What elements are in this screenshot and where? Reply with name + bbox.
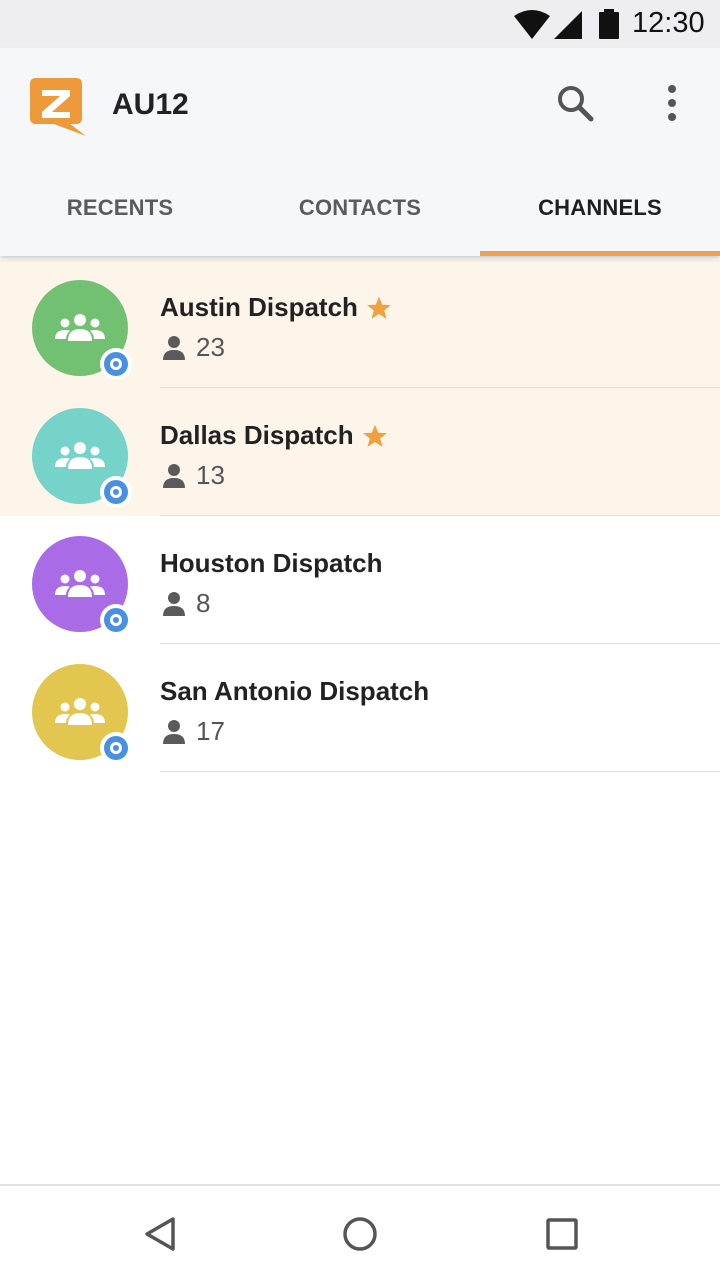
recents-icon	[546, 1218, 578, 1250]
channel-name-line: San Antonio Dispatch	[160, 676, 429, 707]
home-icon	[343, 1217, 377, 1251]
more-options-button[interactable]	[650, 80, 694, 126]
wifi-icon	[514, 10, 550, 39]
channel-list: Austin Dispatch 23 Dallas Dispatch 13 Ho	[0, 260, 720, 772]
channel-name-line: Austin Dispatch	[160, 292, 392, 323]
group-icon	[55, 698, 105, 725]
member-count-value: 17	[196, 716, 225, 746]
channel-name-line: Houston Dispatch	[160, 548, 382, 579]
channel-name: San Antonio Dispatch	[160, 676, 430, 706]
channel-row[interactable]: Austin Dispatch 23	[0, 260, 720, 388]
channel-name: Austin Dispatch	[160, 292, 358, 322]
channel-name: Houston Dispatch	[160, 548, 383, 578]
back-button[interactable]	[132, 1206, 188, 1262]
app-logo	[30, 78, 86, 136]
channel-name-line: Dallas Dispatch	[160, 420, 388, 451]
group-icon	[55, 442, 105, 469]
member-count-value: 23	[196, 332, 225, 362]
person-icon	[163, 719, 185, 744]
search-icon	[558, 86, 594, 122]
person-icon	[163, 463, 185, 488]
system-nav-bar	[0, 1184, 720, 1280]
battery-icon	[599, 9, 619, 39]
back-icon	[145, 1217, 175, 1251]
more-vert-icon	[668, 85, 676, 121]
member-count: 23	[160, 332, 225, 363]
tab-bar: RECENTS CONTACTS CHANNELS	[0, 160, 720, 256]
status-badge-icon	[100, 732, 132, 764]
status-badge-icon	[100, 476, 132, 508]
search-button[interactable]	[552, 80, 598, 126]
tab-recents[interactable]: RECENTS	[0, 160, 240, 256]
tab-channels[interactable]: CHANNELS	[480, 160, 720, 256]
channel-row[interactable]: San Antonio Dispatch 17	[0, 644, 720, 772]
member-count-value: 8	[196, 588, 211, 618]
row-divider	[160, 771, 720, 772]
recents-button[interactable]	[534, 1206, 590, 1262]
member-count: 8	[160, 588, 210, 619]
person-icon	[163, 335, 185, 360]
status-badge-icon	[100, 604, 132, 636]
group-icon	[55, 570, 105, 597]
channel-row[interactable]: Houston Dispatch 8	[0, 516, 720, 644]
app-title: AU12	[112, 88, 189, 121]
tab-contacts[interactable]: CONTACTS	[240, 160, 480, 256]
signal-icon	[554, 11, 582, 39]
group-icon	[55, 314, 105, 341]
member-count: 13	[160, 460, 225, 491]
app-bar: AU12 RECENTS CONTACTS CHANNELS	[0, 48, 720, 256]
channel-row[interactable]: Dallas Dispatch 13	[0, 388, 720, 516]
member-count-value: 13	[196, 460, 225, 490]
star-icon	[367, 296, 391, 319]
status-badge-icon	[100, 348, 132, 380]
channel-name: Dallas Dispatch	[160, 420, 354, 450]
star-icon	[362, 424, 387, 447]
status-bar: 12:30	[0, 0, 720, 48]
status-time: 12:30	[632, 7, 705, 39]
home-button[interactable]	[332, 1206, 388, 1262]
person-icon	[163, 591, 185, 616]
member-count: 17	[160, 716, 225, 747]
